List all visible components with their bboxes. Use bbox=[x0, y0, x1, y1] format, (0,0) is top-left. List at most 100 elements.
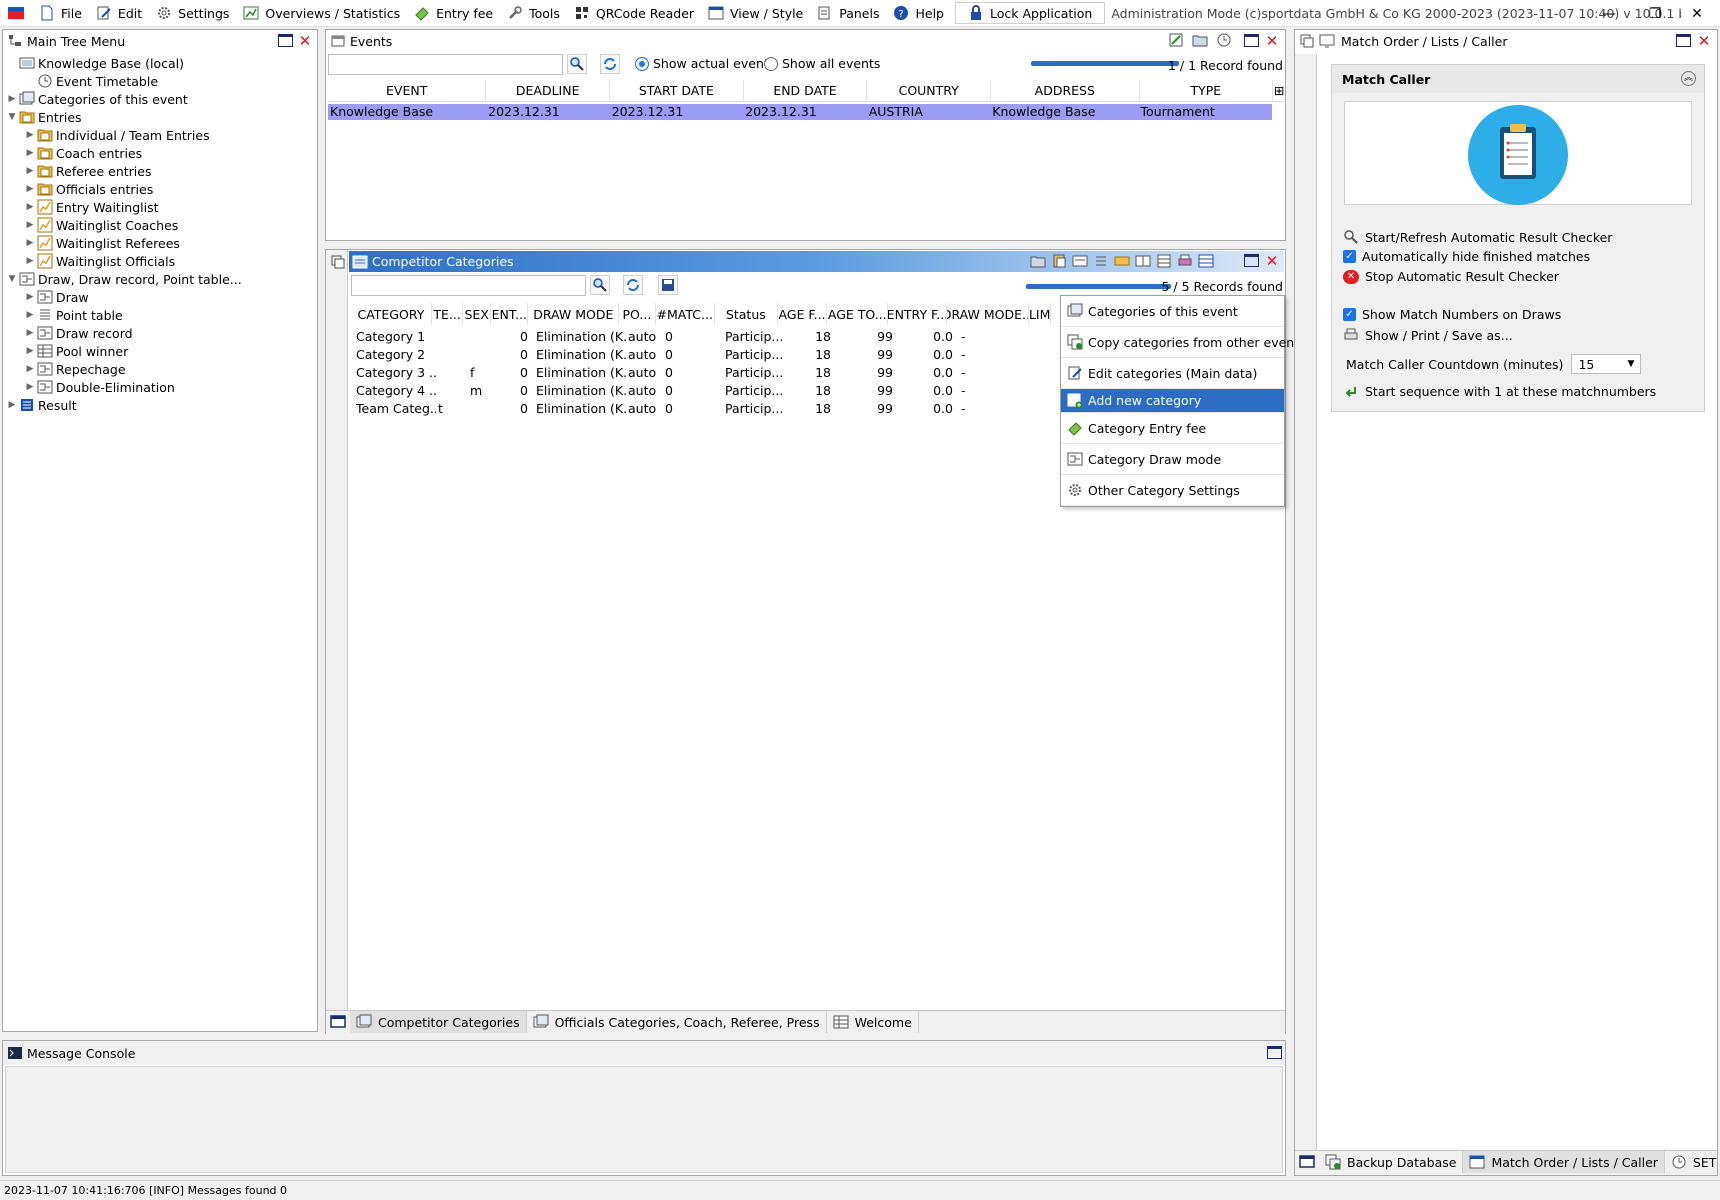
tab-welcome[interactable]: Welcome bbox=[827, 1011, 919, 1033]
tree-item[interactable]: ▶ Waitinglist Officials bbox=[7, 252, 315, 270]
maximize-button[interactable] bbox=[1267, 1046, 1282, 1059]
window-restore-button[interactable]: ❐ bbox=[1632, 0, 1678, 27]
radio-actual-events[interactable]: Show actual events bbox=[635, 56, 775, 71]
rows-icon[interactable] bbox=[1156, 253, 1172, 269]
show-print-button[interactable]: Show / Print / Save as... bbox=[1343, 327, 1513, 343]
tree-item[interactable]: ▶ Waitinglist Coaches bbox=[7, 216, 315, 234]
hide-finished-checkbox[interactable]: ✓ Automatically hide finished matches bbox=[1343, 249, 1590, 264]
expander-icon[interactable]: ▶ bbox=[25, 238, 35, 248]
column-header[interactable]: Status bbox=[715, 303, 778, 325]
tab-backup-database[interactable]: Backup Database bbox=[1319, 1151, 1464, 1173]
tree-item[interactable]: ▶ Categories of this event bbox=[7, 90, 315, 108]
expander-icon[interactable]: ▶ bbox=[25, 184, 35, 194]
events-search-input[interactable] bbox=[328, 54, 563, 75]
paste-icon[interactable] bbox=[1051, 253, 1067, 269]
expander-icon[interactable]: ▼ bbox=[7, 274, 17, 284]
expander-icon[interactable]: ▶ bbox=[25, 364, 35, 374]
column-header[interactable]: DRAW MODE bbox=[528, 303, 620, 325]
column-chooser-icon[interactable]: ⊞ bbox=[1273, 80, 1285, 101]
column-header[interactable]: CATEGORY bbox=[351, 303, 432, 325]
tree-item[interactable]: ▶ Individual / Team Entries bbox=[7, 126, 315, 144]
categories-search-button[interactable] bbox=[590, 275, 610, 295]
column-header[interactable]: TYPE bbox=[1140, 80, 1274, 101]
tree-item[interactable]: ▼ Draw, Draw record, Point table... bbox=[7, 270, 315, 288]
column-header[interactable]: AGE F... bbox=[778, 303, 828, 325]
table-row[interactable]: Team Categ... t 0 Elimination (K... auto 0 Par… bbox=[354, 401, 1054, 417]
column-header[interactable]: COUNTRY bbox=[867, 80, 992, 101]
expander-icon[interactable]: ▼ bbox=[7, 112, 17, 122]
expander-icon[interactable]: ▶ bbox=[25, 202, 35, 212]
table-row[interactable]: Category 1 0 Elimination (K... auto 0 Partici… bbox=[354, 329, 1054, 345]
expander-icon[interactable]: ▶ bbox=[25, 292, 35, 302]
maximize-button[interactable] bbox=[1244, 254, 1259, 267]
tree-item[interactable]: ▶ Coach entries bbox=[7, 144, 315, 162]
tab-competitor-categories[interactable]: Competitor Categories bbox=[350, 1011, 527, 1033]
show-numbers-checkbox[interactable]: ✓ Show Match Numbers on Draws bbox=[1343, 307, 1561, 322]
tree-item[interactable]: ▶ Referee entries bbox=[7, 162, 315, 180]
list-icon[interactable] bbox=[1093, 253, 1109, 269]
menu-item-copy-categories-from-other-event[interactable]: Copy categories from other event bbox=[1061, 327, 1299, 358]
tree-item[interactable]: ▶ Repechage bbox=[7, 360, 315, 378]
columns-icon[interactable] bbox=[1135, 253, 1151, 269]
panel-toggle-icon[interactable] bbox=[1299, 1154, 1315, 1170]
menu-help[interactable]: ? Help bbox=[886, 0, 951, 27]
tree-item[interactable]: ▶ Officials entries bbox=[7, 180, 315, 198]
expander-icon[interactable]: ▶ bbox=[25, 130, 35, 140]
tree-item[interactable]: ▶ Waitinglist Referees bbox=[7, 234, 315, 252]
close-button[interactable]: ✕ bbox=[1696, 33, 1712, 49]
tree-item[interactable]: ▶ Double-Elimination bbox=[7, 378, 315, 396]
table-row[interactable]: Knowledge Base 2023.12.31 2023.12.31 2023.1… bbox=[328, 104, 1272, 120]
expander-icon[interactable]: ▶ bbox=[25, 256, 35, 266]
menu-qrcode-reader[interactable]: QRCode Reader bbox=[567, 0, 701, 27]
menu-entry-fee[interactable]: Entry fee bbox=[407, 0, 500, 27]
form-icon[interactable] bbox=[1072, 253, 1088, 269]
panel-layout-icon[interactable] bbox=[330, 254, 346, 270]
window-close-button[interactable]: ✕ bbox=[1674, 0, 1720, 27]
column-header[interactable]: LIM bbox=[1029, 303, 1052, 325]
column-header[interactable]: PO... bbox=[619, 303, 656, 325]
events-refresh-button[interactable] bbox=[600, 54, 620, 74]
countdown-select[interactable]: 15 ▼ bbox=[1571, 354, 1642, 374]
tree-item[interactable]: Event Timetable bbox=[7, 72, 315, 90]
menu-item-category-draw-mode[interactable]: Category Draw mode bbox=[1061, 444, 1284, 475]
categories-save-button[interactable] bbox=[658, 275, 678, 295]
categories-refresh-button[interactable] bbox=[623, 275, 643, 295]
expander-icon[interactable]: ▶ bbox=[25, 148, 35, 158]
open-folder-icon[interactable] bbox=[1192, 32, 1208, 48]
close-button[interactable]: ✕ bbox=[1264, 33, 1280, 49]
column-header[interactable]: AGE TO... bbox=[827, 303, 889, 325]
panel-toggle-icon[interactable] bbox=[330, 1014, 346, 1030]
start-checker-button[interactable]: Start/Refresh Automatic Result Checker bbox=[1343, 229, 1612, 245]
tree-item[interactable]: ▶ Pool winner bbox=[7, 342, 315, 360]
column-header[interactable]: #MATC... bbox=[656, 303, 715, 325]
column-header[interactable]: START DATE bbox=[610, 80, 744, 101]
menu-item-other-category-settings[interactable]: Other Category Settings bbox=[1061, 475, 1284, 506]
print-icon[interactable] bbox=[1177, 253, 1193, 269]
tab-officials-categories-coach-referee-press[interactable]: Officials Categories, Coach, Referee, Pr… bbox=[527, 1011, 827, 1033]
events-search-button[interactable] bbox=[567, 54, 587, 74]
close-button[interactable]: ✕ bbox=[1264, 253, 1280, 269]
expander-icon[interactable]: ▶ bbox=[25, 220, 35, 230]
tab-match-order-lists-caller[interactable]: Match Order / Lists / Caller bbox=[1463, 1151, 1665, 1173]
column-header[interactable]: END DATE bbox=[744, 80, 868, 101]
expander-icon[interactable]: ▶ bbox=[25, 346, 35, 356]
column-header[interactable]: ADDRESS bbox=[991, 80, 1140, 101]
column-header[interactable]: ENTRY F... bbox=[888, 303, 948, 325]
stop-checker-button[interactable]: ✕ Stop Automatic Result Checker bbox=[1343, 269, 1559, 284]
table-row[interactable]: Category 4 ... m 0 Elimination (K... auto 0 Pa… bbox=[354, 383, 1054, 399]
menu-tools[interactable]: Tools bbox=[500, 0, 567, 27]
column-header[interactable]: DEADLINE bbox=[486, 80, 611, 101]
panel-layout-icon[interactable] bbox=[1299, 33, 1315, 49]
tree-item[interactable]: ▶ Entry Waitinglist bbox=[7, 198, 315, 216]
tree-item[interactable]: ▶ Result bbox=[7, 396, 315, 414]
menu-item-edit-categories-main-data-[interactable]: Edit categories (Main data) bbox=[1061, 358, 1284, 389]
expander-icon[interactable]: ▶ bbox=[25, 328, 35, 338]
clock-icon[interactable] bbox=[1216, 32, 1232, 48]
start-sequence-button[interactable]: Start sequence with 1 at these matchnumb… bbox=[1343, 383, 1656, 399]
expander-icon[interactable]: ▶ bbox=[25, 382, 35, 392]
radio-all-events[interactable]: Show all events bbox=[764, 56, 880, 71]
window-minimize-button[interactable]: — bbox=[1586, 0, 1632, 27]
folder-open-icon[interactable] bbox=[1030, 253, 1046, 269]
menu-settings[interactable]: Settings bbox=[149, 0, 236, 27]
expander-icon[interactable]: ▶ bbox=[7, 94, 17, 104]
